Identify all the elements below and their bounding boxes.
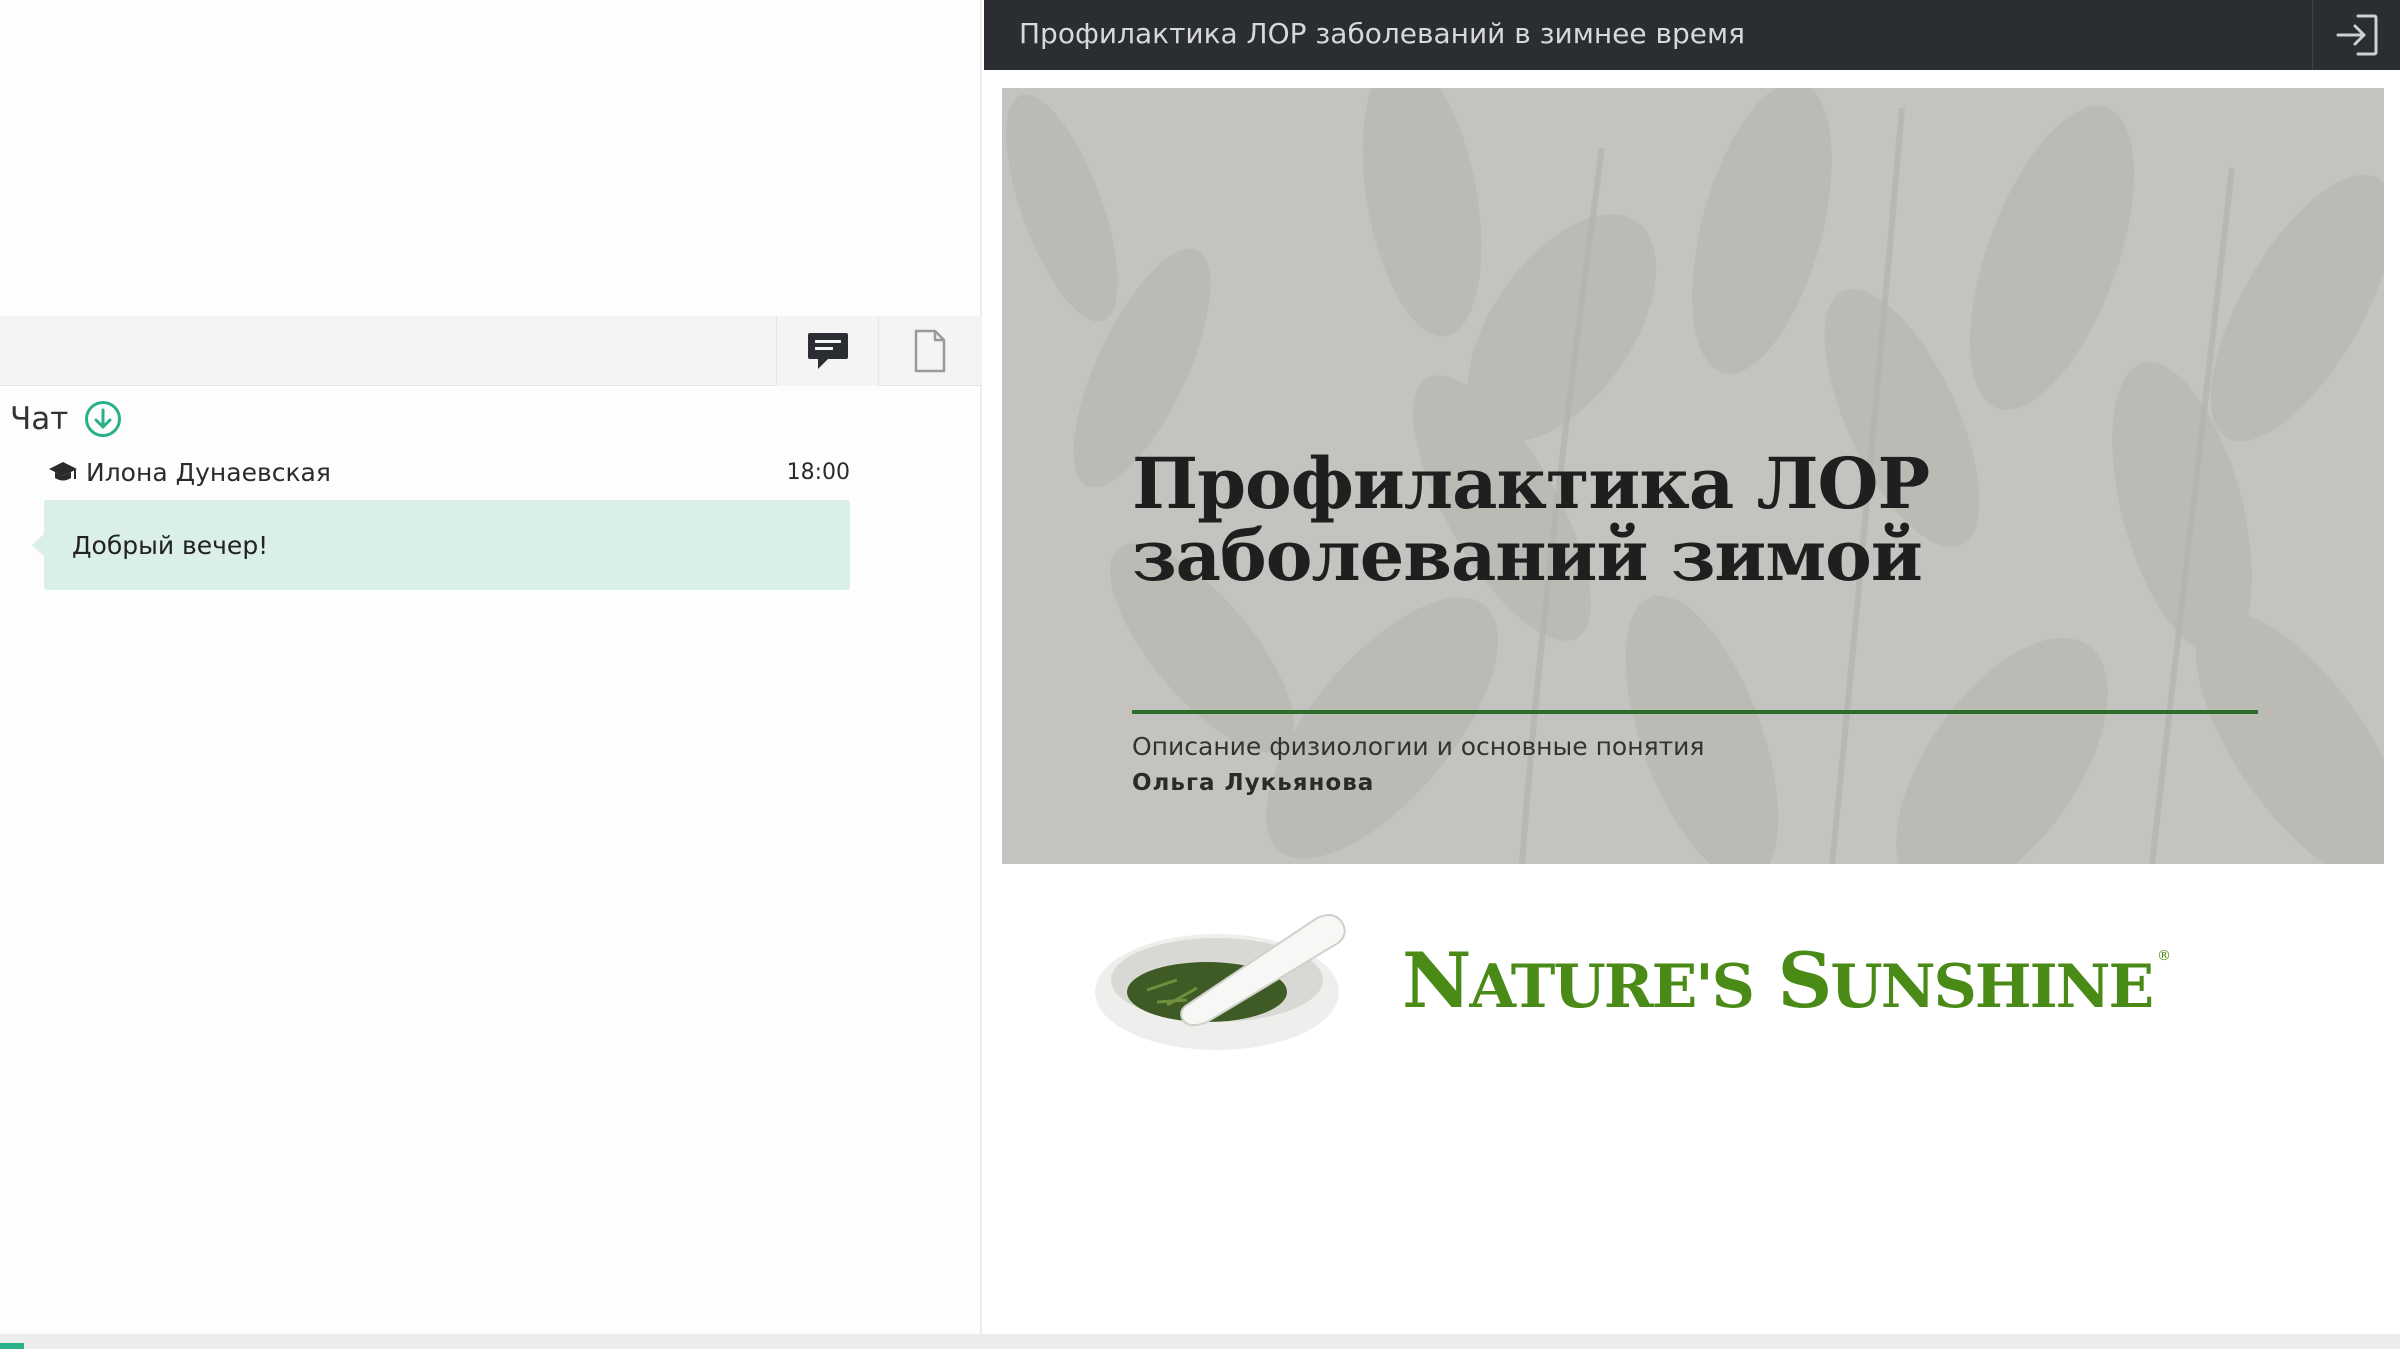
brand-atures: ATURE'S bbox=[1469, 952, 1755, 1022]
sign-in-icon bbox=[2336, 14, 2377, 56]
registered-mark: ® bbox=[2157, 948, 2171, 964]
chat-message: Илона Дунаевская 18:00 Добрый вечер! bbox=[32, 454, 850, 590]
brand-logo: NATURE'S SUNSHINE ® bbox=[1002, 900, 2384, 1060]
scroll-to-bottom-button[interactable] bbox=[84, 400, 122, 438]
message-time: 18:00 bbox=[786, 460, 850, 485]
slide-title-line2: заболеваний зимой bbox=[1132, 514, 1923, 597]
chat-bubble-icon bbox=[807, 333, 848, 369]
brand-s: S bbox=[1777, 936, 1832, 1025]
brand-name: NATURE'S SUNSHINE bbox=[1402, 936, 2154, 1032]
message-bubble: Добрый вечер! bbox=[32, 500, 850, 590]
slide-title-line1: Профилактика ЛОР bbox=[1132, 442, 1930, 525]
exit-button[interactable] bbox=[2312, 0, 2400, 70]
message-author-name: Илона Дунаевская bbox=[86, 457, 331, 487]
slide-subtitle: Описание физиологии и основные понятия bbox=[1132, 732, 1705, 761]
presentation-slide: Профилактика ЛОР заболеваний зимой Описа… bbox=[1002, 88, 2384, 864]
tab-chat[interactable] bbox=[776, 316, 878, 386]
slide-author: Ольга Лукьянова bbox=[1132, 770, 1375, 796]
bottom-status-bar bbox=[0, 1334, 2400, 1349]
message-author: Илона Дунаевская bbox=[48, 458, 331, 487]
bottom-progress bbox=[0, 1343, 24, 1349]
message-meta: Илона Дунаевская 18:00 bbox=[44, 454, 850, 490]
arrow-down-circle-icon bbox=[85, 401, 122, 437]
tab-files[interactable] bbox=[878, 316, 980, 386]
left-panel: Чат Илона Дунаевская 18:00 Добрый вечер! bbox=[0, 0, 982, 1349]
panel-tab-bar bbox=[0, 316, 982, 386]
graduation-cap-icon bbox=[49, 462, 77, 481]
slide-title: Профилактика ЛОР заболеваний зимой bbox=[1132, 448, 2232, 592]
chat-title: Чат bbox=[10, 401, 69, 437]
slide-divider bbox=[1132, 710, 2258, 714]
message-text: Добрый вечер! bbox=[72, 530, 269, 560]
presentation-panel: Профилактика ЛОР заболеваний в зимнее вр… bbox=[984, 0, 2400, 1334]
brand-unshine: UNSHINE bbox=[1830, 952, 2154, 1022]
mortar-and-pestle-image bbox=[1095, 914, 1346, 1050]
presentation-topbar: Профилактика ЛОР заболеваний в зимнее вр… bbox=[984, 0, 2400, 70]
file-icon bbox=[914, 329, 945, 373]
presentation-title: Профилактика ЛОР заболеваний в зимнее вр… bbox=[1019, 17, 1745, 50]
chat-header: Чат bbox=[10, 400, 122, 438]
brand-n: N bbox=[1402, 936, 1471, 1025]
